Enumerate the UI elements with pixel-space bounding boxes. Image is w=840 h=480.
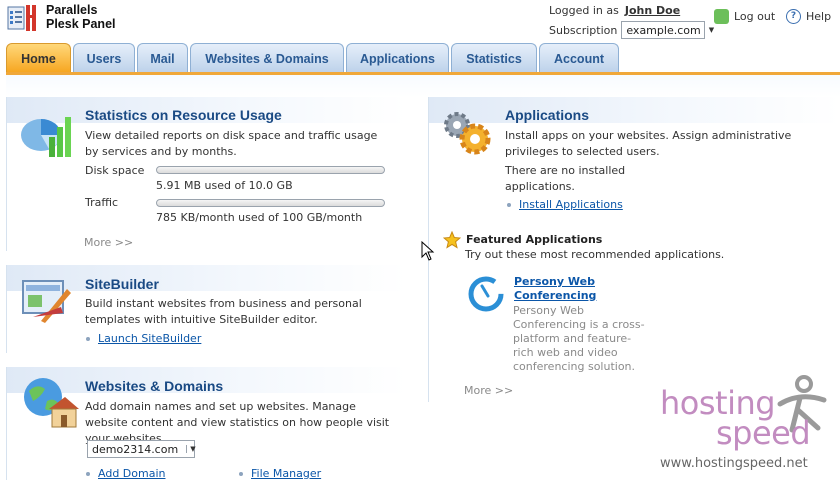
sitebuilder-title: SiteBuilder [85, 276, 159, 292]
plesk-logo-icon [7, 5, 36, 31]
logout-icon [714, 9, 729, 24]
tab-applications[interactable]: Applications [346, 43, 449, 73]
subscription-value: example.com [626, 23, 701, 37]
app-name: Parallels Plesk Panel [46, 3, 116, 31]
file-manager-link[interactable]: File Manager [251, 467, 321, 480]
header: Parallels Plesk Panel Logged in as John … [0, 0, 840, 44]
websites-panel: Websites & Domains Add domain names and … [6, 367, 406, 480]
domain-select[interactable]: demo2314.com ▼ [87, 440, 196, 458]
persony-app-link[interactable]: Persony Web Conferencing [514, 275, 614, 303]
tab-users[interactable]: Users [73, 43, 135, 73]
disk-space-label: Disk space [85, 164, 145, 177]
disk-usage-value: 5.91 MB used of 10.0 GB [156, 179, 293, 192]
bullet-icon [86, 336, 90, 341]
websites-title: Websites & Domains [85, 378, 224, 394]
stats-more-link[interactable]: More >> [84, 236, 133, 249]
help-label: Help [806, 10, 832, 23]
bullet-icon [507, 202, 511, 207]
domain-select-value: demo2314.com [92, 442, 179, 456]
file-manager-item: File Manager [239, 467, 321, 480]
applications-panel: Applications Install apps on your websit… [428, 97, 840, 402]
tab-statistics-label: Statistics [466, 51, 522, 66]
featured-title: Featured Applications [466, 233, 603, 246]
tab-applications-label: Applications [359, 51, 435, 66]
launch-sitebuilder-link[interactable]: Launch SiteBuilder [98, 332, 201, 345]
traffic-usage-value: 785 KB/month used of 100 GB/month [156, 211, 363, 224]
applications-title: Applications [505, 107, 590, 123]
applications-more-link[interactable]: More >> [464, 384, 513, 397]
traffic-usage-bar [156, 199, 385, 207]
hostingspeed-watermark: hosting speed www.hostingspeed.net [640, 370, 840, 480]
add-domain-item: Add Domain [86, 467, 165, 480]
tab-strip [6, 75, 840, 97]
user-name-link[interactable]: John Doe [625, 4, 680, 17]
stats-title: Statistics on Resource Usage [85, 107, 282, 123]
tab-websites-domains[interactable]: Websites & Domains [190, 43, 344, 73]
logout-button[interactable]: Log out [714, 9, 775, 24]
persony-app-description: Persony Web Conferencing is a cross-plat… [513, 304, 645, 373]
tab-users-label: Users [86, 51, 122, 66]
persony-app-icon[interactable] [466, 274, 506, 314]
disk-usage-bar [156, 166, 385, 174]
chevron-down-icon: ▼ [708, 26, 715, 34]
globe-house-icon [24, 378, 79, 428]
tab-account[interactable]: Account [539, 43, 619, 73]
bullet-icon [86, 471, 90, 476]
watermark-url: www.hostingspeed.net [660, 456, 808, 471]
bullet-icon [239, 471, 243, 476]
sitebuilder-description: Build instant websites from business and… [85, 297, 362, 326]
app-name-line2: Plesk Panel [46, 17, 116, 31]
subscription-select[interactable]: example.com ▼ [621, 21, 714, 39]
logged-in-label: Logged in as [549, 3, 619, 17]
tab-mail-label: Mail [150, 51, 175, 66]
tab-mail[interactable]: Mail [137, 43, 188, 73]
tab-websites-domains-label: Websites & Domains [205, 51, 329, 66]
add-domain-link[interactable]: Add Domain [98, 467, 165, 480]
no-apps-text: There are no installed applications. [505, 164, 626, 193]
help-button[interactable]: ? Help [786, 9, 831, 24]
chart-icon [21, 117, 71, 157]
main-tabs: Home Users Mail Websites & Domains Appli… [6, 43, 621, 73]
stats-description: View detailed reports on disk space and … [85, 129, 378, 158]
tab-account-label: Account [554, 51, 604, 66]
gears-icon [444, 112, 491, 155]
star-icon [443, 231, 461, 249]
app-name-line1: Parallels [46, 3, 98, 17]
help-icon: ? [786, 9, 801, 24]
applications-description: Install apps on your websites. Assign ad… [505, 129, 792, 158]
watermark-speed: speed [716, 414, 811, 452]
subscription-label: Subscription [549, 23, 618, 37]
tab-home[interactable]: Home [6, 43, 71, 73]
stats-panel: Statistics on Resource Usage View detail… [6, 97, 406, 251]
sitebuilder-panel: SiteBuilder Build instant websites from … [6, 265, 406, 353]
launch-sitebuilder-item: Launch SiteBuilder [86, 332, 201, 345]
featured-description: Try out these most recommended applicati… [465, 248, 725, 261]
traffic-label: Traffic [85, 196, 119, 209]
user-box: Logged in as John Doe Subscription examp… [549, 1, 714, 39]
install-applications-item: Install Applications [507, 198, 623, 211]
mouse-pointer-icon [421, 241, 435, 261]
logout-label: Log out [734, 10, 776, 23]
tab-statistics[interactable]: Statistics [451, 43, 537, 73]
install-applications-link[interactable]: Install Applications [519, 198, 623, 211]
chevron-down-icon: ▼ [186, 445, 196, 453]
sitebuilder-icon [22, 280, 71, 323]
tab-home-label: Home [21, 51, 56, 66]
